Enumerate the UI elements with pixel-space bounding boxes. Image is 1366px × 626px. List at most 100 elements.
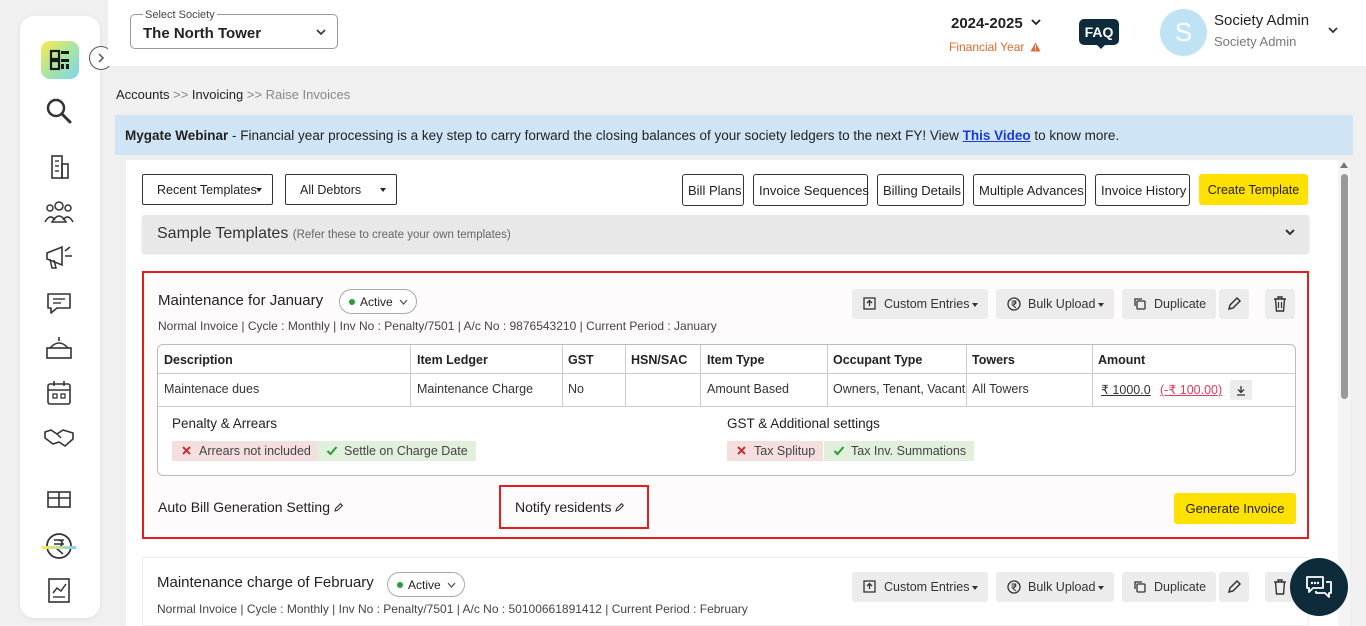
col-header-towers: Towers — [972, 353, 1015, 367]
breadcrumb-raise-invoices: Raise Invoices — [265, 87, 351, 102]
header-divider — [158, 373, 1295, 374]
custom-entries-button[interactable]: Custom Entries — [852, 572, 989, 602]
caret-down-icon — [1098, 585, 1105, 590]
tag-settle-on-charge-date: Settle on Charge Date — [317, 441, 476, 461]
download-button[interactable] — [1230, 380, 1252, 400]
status-dot — [349, 299, 355, 305]
download-icon — [1237, 385, 1245, 396]
generate-invoice-button[interactable]: Generate Invoice — [1174, 493, 1296, 524]
chat-icon[interactable] — [42, 286, 76, 320]
template-card: Maintenance charge of February Active No… — [142, 557, 1309, 626]
col-divider — [1092, 345, 1093, 406]
banner-text: - Financial year processing is a key ste… — [228, 128, 963, 143]
report-icon[interactable] — [42, 573, 76, 607]
recent-templates-label: Recent Templates — [157, 183, 257, 197]
breadcrumb-invoicing[interactable]: Invoicing — [192, 87, 243, 102]
handshake-icon[interactable] — [42, 420, 76, 454]
avatar[interactable]: S — [1160, 9, 1207, 56]
gift-icon[interactable] — [42, 482, 76, 516]
bulk-upload-label: Bulk Upload — [1028, 580, 1096, 594]
mygate-logo[interactable] — [41, 41, 79, 79]
breadcrumb-accounts[interactable]: Accounts — [116, 87, 169, 102]
all-debtors-label: All Debtors — [300, 183, 362, 197]
search-icon[interactable] — [42, 94, 76, 128]
society-select[interactable]: Select Society The North Tower — [130, 9, 338, 49]
col-header-description: Description — [164, 353, 233, 367]
billing-details-button[interactable]: Billing Details — [877, 174, 964, 206]
chat-support-button[interactable] — [1290, 558, 1348, 616]
notify-residents-link[interactable]: Notify residents — [515, 499, 625, 515]
template-title: Maintenance charge of February — [157, 574, 374, 591]
chevron-down-icon[interactable] — [1030, 18, 1042, 28]
cross-icon — [182, 446, 191, 455]
scroll-thumb[interactable] — [1341, 174, 1348, 399]
upload-file-icon — [863, 580, 876, 593]
create-template-button[interactable]: Create Template — [1199, 174, 1308, 205]
society-select-value: The North Tower — [143, 25, 262, 42]
multiple-advances-button[interactable]: Multiple Advances — [973, 174, 1086, 206]
duplicate-label: Duplicate — [1154, 297, 1207, 311]
sample-templates-accordion[interactable]: Sample Templates (Refer these to create … — [142, 215, 1309, 253]
faq-button[interactable]: FAQ — [1079, 19, 1119, 45]
auto-bill-generation-setting[interactable]: Auto Bill Generation Setting — [158, 499, 344, 515]
banner-brand: Mygate Webinar — [125, 128, 229, 143]
service-icon[interactable] — [42, 331, 76, 365]
pencil-icon — [615, 502, 625, 512]
tag-label: Tax Splitup — [754, 444, 816, 458]
cell-amount-discount[interactable]: (-₹ 100.00) — [1160, 382, 1222, 397]
col-divider — [966, 345, 967, 406]
warning-icon — [1030, 42, 1041, 52]
rupee-circle-icon — [1007, 580, 1021, 594]
edit-template-button[interactable] — [1219, 572, 1249, 602]
penalty-arrears-title: Penalty & Arrears — [172, 416, 278, 431]
sample-templates-title: Sample Templates — [157, 225, 289, 242]
col-divider — [625, 345, 626, 406]
user-name[interactable]: Society Admin — [1214, 12, 1309, 29]
duplicate-button[interactable]: Duplicate — [1122, 572, 1217, 602]
chevron-down-icon[interactable] — [1327, 26, 1339, 36]
faq-bubble-tail — [1096, 44, 1106, 49]
all-debtors-dropdown[interactable]: All Debtors — [285, 174, 397, 205]
notify-residents-highlight: Notify residents — [499, 485, 649, 529]
breadcrumb-separator: >> — [246, 87, 263, 102]
sample-templates-subtitle: (Refer these to create your own template… — [292, 229, 511, 241]
cell-gst: No — [568, 382, 584, 396]
invoice-sequences-button[interactable]: Invoice Sequences — [753, 174, 869, 206]
chevron-right-icon — [98, 53, 105, 63]
webinar-banner: Mygate Webinar - Financial year processi… — [115, 115, 1353, 155]
caret-down-icon — [256, 188, 262, 192]
duplicate-button[interactable]: Duplicate — [1122, 289, 1217, 319]
gst-settings-title: GST & Additional settings — [727, 416, 880, 431]
invoice-history-button[interactable]: Invoice History — [1095, 174, 1190, 206]
cell-towers: All Towers — [972, 382, 1029, 396]
pencil-icon — [1227, 296, 1242, 311]
status-dropdown[interactable]: Active — [387, 572, 465, 597]
scroll-up-arrow[interactable] — [1340, 162, 1348, 168]
calendar-icon[interactable] — [42, 376, 76, 410]
edit-template-button[interactable] — [1219, 289, 1249, 319]
bulk-upload-button[interactable]: Bulk Upload — [996, 289, 1115, 319]
vertical-scrollbar[interactable] — [1338, 160, 1350, 626]
bulk-upload-button[interactable]: Bulk Upload — [996, 572, 1115, 602]
financial-year-select[interactable]: 2024-2025 — [951, 15, 1023, 32]
custom-entries-button[interactable]: Custom Entries — [852, 289, 989, 319]
delete-template-button[interactable] — [1265, 289, 1295, 319]
caret-down-icon — [972, 302, 979, 307]
template-card: Maintenance for January Active Normal In… — [142, 271, 1309, 539]
template-title: Maintenance for January — [158, 292, 324, 309]
cell-amount[interactable]: ₹ 1000.0 — [1101, 382, 1151, 397]
status-dropdown[interactable]: Active — [339, 289, 417, 314]
building-icon[interactable] — [42, 150, 76, 184]
caret-down-icon — [380, 188, 386, 192]
cell-occupant-type: Owners, Tenant, Vacant — [833, 382, 966, 396]
megaphone-icon[interactable] — [42, 240, 76, 274]
people-icon[interactable] — [42, 195, 76, 229]
col-header-item-ledger: Item Ledger — [417, 353, 488, 367]
caret-down-icon — [1098, 302, 1105, 307]
copy-icon — [1134, 581, 1146, 593]
recent-templates-dropdown[interactable]: Recent Templates — [142, 174, 273, 205]
tag-tax-inv-summations: Tax Inv. Summations — [824, 441, 975, 461]
bill-plans-button[interactable]: Bill Plans — [682, 174, 744, 206]
row-divider — [158, 406, 1295, 407]
banner-video-link[interactable]: This Video — [963, 128, 1031, 143]
